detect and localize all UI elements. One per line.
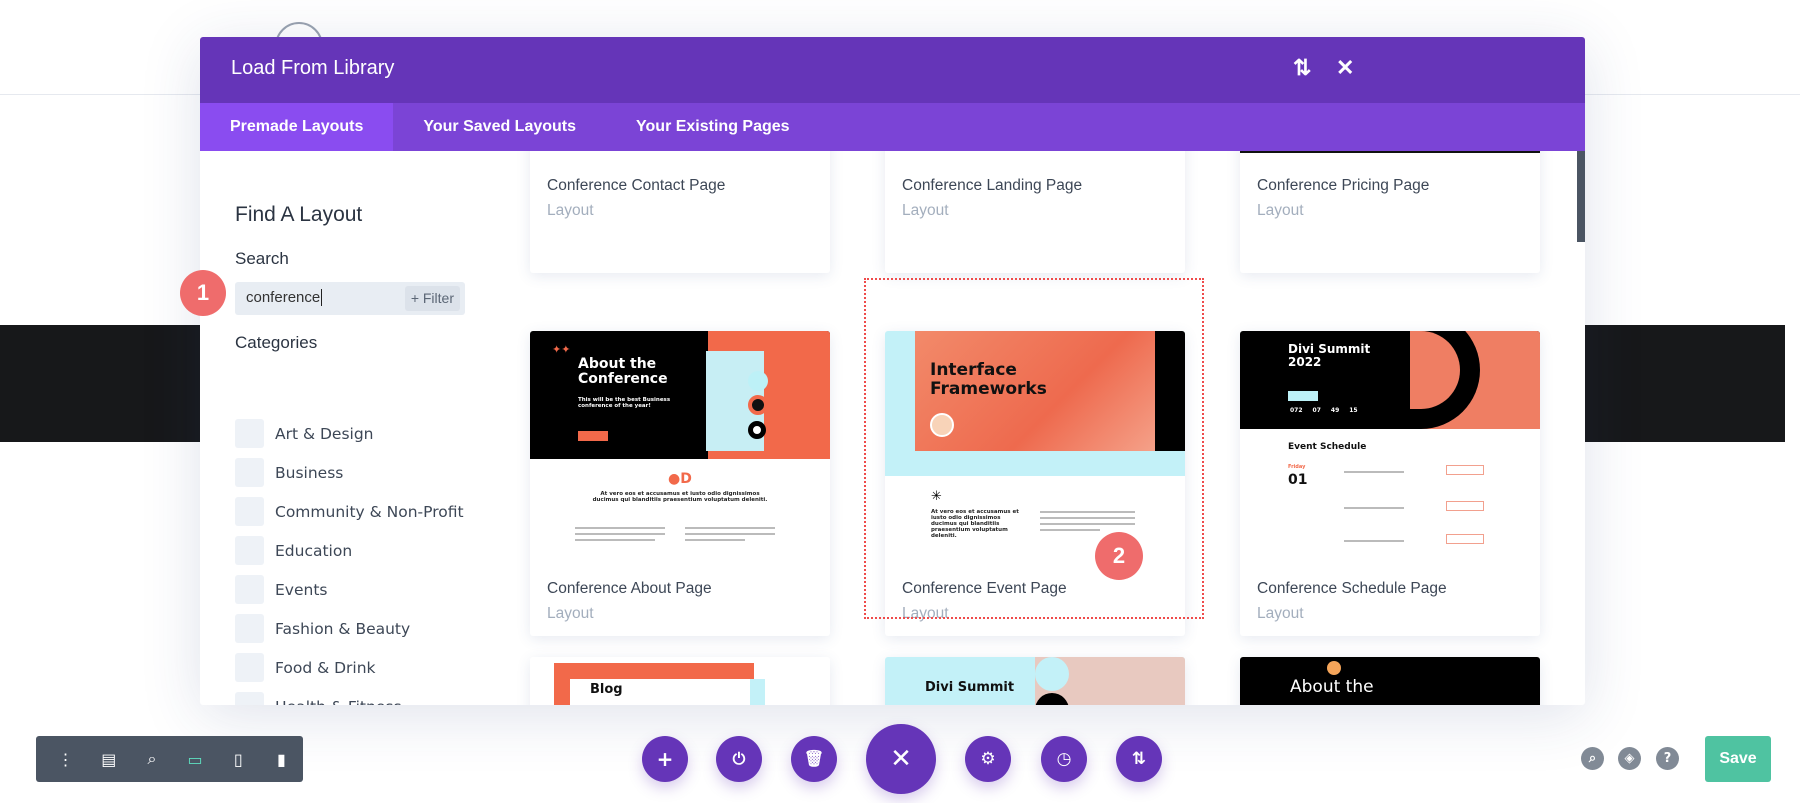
layout-thumbnail: ✦✦ About the Conference This will be the… xyxy=(530,331,830,459)
filter-button[interactable]: + Filter xyxy=(404,286,460,311)
selection-highlight xyxy=(864,278,1204,619)
layout-type: Layout xyxy=(547,605,594,622)
category-item[interactable]: Food & Drink xyxy=(235,648,464,687)
category-item[interactable]: Health & Fitness xyxy=(235,687,464,705)
category-label: Fashion & Beauty xyxy=(275,619,411,638)
category-checkbox[interactable] xyxy=(235,536,264,565)
thumb-heading: Divi Summit xyxy=(925,680,1015,695)
countdown-value: 07 xyxy=(1312,407,1321,414)
thumb-heading: About the xyxy=(1290,677,1374,697)
layout-title: Conference Landing Page xyxy=(902,177,1083,194)
thumb-heading: Divi Summit 2022 xyxy=(1288,342,1371,370)
category-checkbox[interactable] xyxy=(235,419,264,448)
scrollbar[interactable] xyxy=(1577,151,1585,242)
category-item[interactable]: Community & Non-Profit xyxy=(235,492,464,531)
category-checkbox[interactable] xyxy=(235,575,264,604)
step-badge-1: 1 xyxy=(180,270,226,316)
layout-card-schedule[interactable]: Divi Summit 2022 072 07 49 15 Event Schedul… xyxy=(1240,331,1540,636)
category-item[interactable]: Education xyxy=(235,531,464,570)
layout-title: Conference Schedule Page xyxy=(1257,580,1447,597)
countdown-value: 072 xyxy=(1290,407,1303,414)
sort-arrows-icon[interactable]: ⇅ xyxy=(1293,55,1311,81)
category-checkbox[interactable] xyxy=(235,497,264,526)
category-checkbox[interactable] xyxy=(235,653,264,682)
category-list: Art & Design Business Community & Non-Prof… xyxy=(235,414,464,705)
thumb-heading: Blog xyxy=(590,682,623,697)
categories-label: Categories xyxy=(235,333,318,352)
layout-type: Layout xyxy=(1257,605,1304,622)
zoom-icon[interactable]: ⌕ xyxy=(130,749,173,769)
layout-type: Layout xyxy=(902,202,949,219)
sort-arrows-icon[interactable]: ⇅ xyxy=(1116,736,1162,782)
category-label: Business xyxy=(275,463,344,482)
power-icon[interactable]: ⏻ xyxy=(716,736,762,782)
layout-title: Conference Contact Page xyxy=(547,177,726,194)
category-label: Art & Design xyxy=(275,424,374,443)
wireframe-icon[interactable]: ▤ xyxy=(87,750,130,769)
modal-tabs: Premade Layouts Your Saved Layouts Your … xyxy=(200,103,1585,151)
layout-card-about-dark[interactable]: About the xyxy=(1240,657,1540,705)
layout-type: Layout xyxy=(547,202,594,219)
filter-sidebar: Find A Layout Search conference + Filter… xyxy=(200,151,500,705)
category-item[interactable]: Business xyxy=(235,453,464,492)
history-icon[interactable]: ◷ xyxy=(1041,736,1087,782)
modal-header: Load From Library ⇅ ✕ xyxy=(200,37,1585,103)
desktop-icon[interactable]: ▭ xyxy=(174,750,217,769)
layers-icon[interactable]: ◈ xyxy=(1618,747,1641,770)
thumb-subheading: This will be the best Business conferenc… xyxy=(578,397,671,410)
more-options-icon[interactable]: ⋮ xyxy=(44,750,87,769)
category-label: Community & Non-Profit xyxy=(275,502,464,521)
search-input[interactable]: conference + Filter xyxy=(235,282,465,315)
save-button[interactable]: Save xyxy=(1705,736,1771,782)
layout-card-pricing[interactable]: Conference Pricing Page Layout xyxy=(1240,151,1540,273)
layout-card-blog[interactable]: Blog xyxy=(530,657,830,705)
thumb-heading: About the Conference xyxy=(578,356,668,388)
tab-existing-pages[interactable]: Your Existing Pages xyxy=(606,103,820,151)
help-icon[interactable]: ? xyxy=(1656,747,1679,770)
modal-title: Load From Library xyxy=(231,57,395,79)
tablet-icon[interactable]: ▯ xyxy=(217,750,260,769)
tab-premade-layouts[interactable]: Premade Layouts xyxy=(200,103,394,151)
category-item[interactable]: Fashion & Beauty xyxy=(235,609,464,648)
tab-saved-layouts[interactable]: Your Saved Layouts xyxy=(393,103,606,151)
thumb-date: 01 xyxy=(1288,472,1308,488)
countdown-value: 49 xyxy=(1330,407,1340,414)
view-mode-toolbar: ⋮ ▤ ⌕ ▭ ▯ ▮ xyxy=(36,736,303,782)
countdown-value: 15 xyxy=(1349,407,1358,414)
search-icon[interactable]: ⌕ xyxy=(1581,747,1604,770)
layout-card-contact[interactable]: Conference Contact Page Layout xyxy=(530,151,830,273)
search-label: Search xyxy=(235,249,289,268)
sidebar-heading: Find A Layout xyxy=(235,203,363,226)
layout-title: Conference Pricing Page xyxy=(1257,177,1430,194)
thumb-body: At vero eos et accusamus et iusto odio d… xyxy=(592,491,768,504)
category-checkbox[interactable] xyxy=(235,692,264,705)
trash-icon[interactable]: 🗑 xyxy=(791,736,837,782)
thumb-section: Event Schedule xyxy=(1288,442,1367,452)
layout-thumbnail: Divi Summit 2022 072 07 49 15 xyxy=(1240,331,1540,429)
layout-card-landing[interactable]: Conference Landing Page Layout xyxy=(885,151,1185,273)
gear-icon[interactable]: ⚙ xyxy=(965,736,1011,782)
category-checkbox[interactable] xyxy=(235,614,264,643)
layout-title: Conference About Page xyxy=(547,580,712,597)
category-item[interactable]: Events xyxy=(235,570,464,609)
layout-card-divi-summit[interactable]: Divi Summit xyxy=(885,657,1185,705)
phone-icon[interactable]: ▮ xyxy=(260,750,303,769)
step-badge-2: 2 xyxy=(1095,532,1143,580)
category-label: Education xyxy=(275,541,353,560)
layout-type: Layout xyxy=(1257,202,1304,219)
category-label: Health & Fitness xyxy=(275,698,402,706)
category-item[interactable]: Art & Design xyxy=(235,414,464,453)
search-value: conference xyxy=(246,289,323,306)
layout-card-about[interactable]: ✦✦ About the Conference This will be the… xyxy=(530,331,830,636)
close-icon[interactable]: ✕ xyxy=(1336,55,1354,81)
category-checkbox[interactable] xyxy=(235,458,264,487)
thumb-day: Friday xyxy=(1288,464,1306,470)
category-label: Events xyxy=(275,580,328,599)
category-label: Food & Drink xyxy=(275,658,376,677)
add-button[interactable]: + xyxy=(642,736,688,782)
close-library-button[interactable]: ✕ xyxy=(866,724,936,794)
